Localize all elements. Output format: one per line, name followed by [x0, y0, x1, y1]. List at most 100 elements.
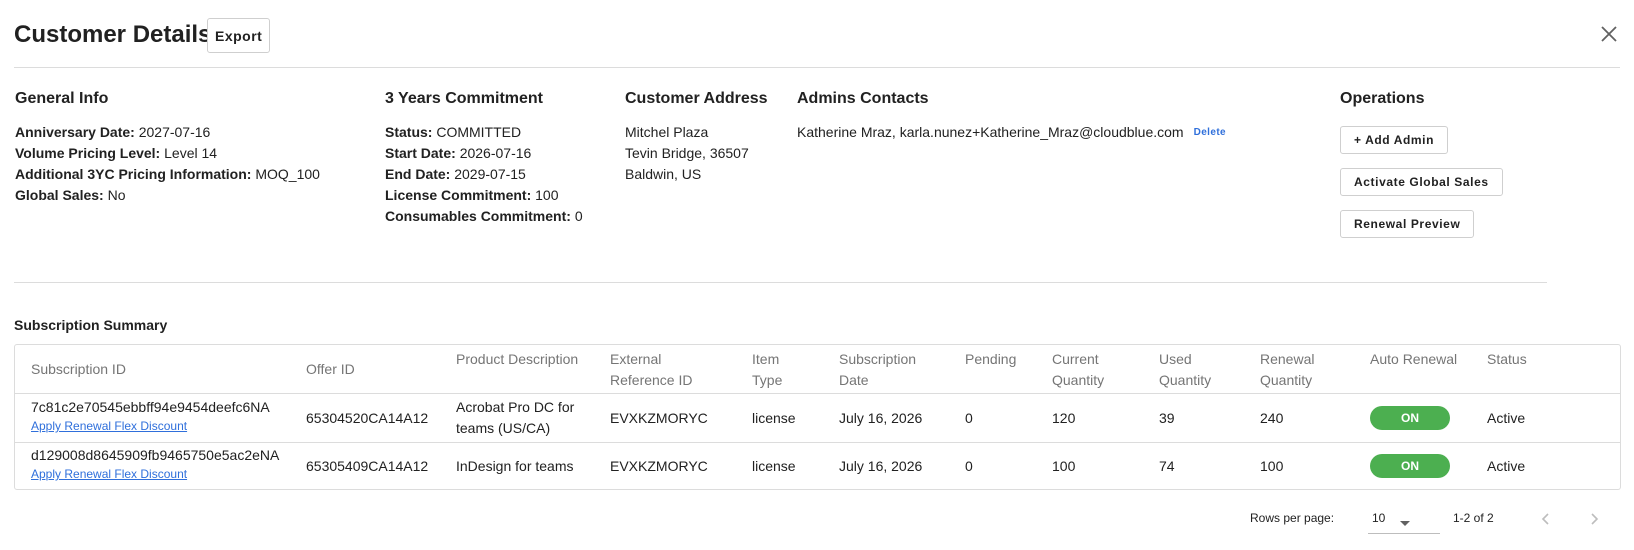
renewal-preview-button[interactable]: Renewal Preview [1340, 210, 1475, 238]
cell-subscription-date: July 16, 2026 [839, 410, 923, 426]
additional-3yc-label: Additional 3YC Pricing Information: [15, 166, 252, 182]
commitment-end-date: End Date: 2029-07-15 [385, 164, 583, 185]
export-button[interactable]: Export [207, 18, 271, 53]
admins-contacts-title: Admins Contacts [797, 90, 929, 107]
col-header-product-description[interactable]: Product Description [456, 349, 578, 370]
col-header-external-reference-id[interactable]: External Reference ID [610, 349, 692, 391]
end-date-value: 2029-07-15 [454, 166, 526, 182]
cell-item-type: license [752, 410, 796, 426]
cell-status: Active [1487, 458, 1526, 474]
modal-header: Customer Details Export [14, 18, 1620, 68]
status-value: COMMITTED [436, 124, 522, 140]
subscription-summary-title: Subscription Summary [14, 317, 168, 333]
col-header-item-type[interactable]: Item Type [752, 349, 782, 391]
cell-status: Active [1487, 410, 1526, 426]
cell-offer-id: 65305409CA14A12 [306, 458, 429, 474]
col-header-status[interactable]: Status [1487, 349, 1527, 370]
chevron-down-icon [1400, 514, 1410, 530]
row-divider [15, 442, 1620, 443]
cell-renewal-quantity: 240 [1260, 410, 1284, 426]
cell-product-description: Acrobat Pro DC for teams (US/CA) [456, 399, 575, 436]
col-header-renewal-quantity[interactable]: Renewal Quantity [1260, 349, 1314, 391]
admin-contact-row: Katherine Mraz, karla.nunez+Katherine_Mr… [797, 122, 1226, 143]
col-header-pending[interactable]: Pending [965, 349, 1016, 370]
address-line-1: Mitchel Plaza [625, 124, 709, 140]
consumables-commitment-label: Consumables Commitment: [385, 208, 571, 224]
license-commitment-value: 100 [535, 187, 559, 203]
anniversary-date-label: Anniversary Date: [15, 124, 135, 140]
consumables-commitment: Consumables Commitment: 0 [385, 206, 583, 227]
end-date-label: End Date: [385, 166, 451, 182]
rows-per-page-select[interactable]: 10 [1368, 504, 1440, 534]
cell-current-quantity: 120 [1052, 410, 1076, 426]
col-header-external-line1: External [610, 351, 662, 367]
cell-used-quantity: 39 [1159, 410, 1175, 426]
close-icon[interactable] [1598, 23, 1620, 45]
section-divider [14, 282, 1547, 283]
cell-pending: 0 [965, 458, 973, 474]
operations-section: Operations + Add Admin Activate Global S… [1340, 90, 1503, 252]
rows-per-page-value: 10 [1372, 511, 1386, 525]
col-header-used-line2: Quantity [1159, 372, 1212, 388]
general-info-section: General Info Anniversary Date: 2027-07-1… [15, 90, 320, 206]
col-header-renewal-line2: Quantity [1260, 372, 1313, 388]
commitment-title: 3 Years Commitment [385, 90, 543, 107]
customer-address-section: Customer Address Mitchel Plaza Tevin Bri… [625, 90, 768, 185]
col-header-item-type-line1: Item [752, 351, 780, 367]
cell-current-quantity: 100 [1052, 458, 1076, 474]
col-header-item-type-line2: Type [752, 372, 783, 388]
col-header-sub-date-line1: Subscription [839, 351, 917, 367]
auto-renewal-toggle[interactable]: ON [1370, 406, 1450, 430]
col-header-subscription-id[interactable]: Subscription ID [31, 359, 126, 380]
volume-pricing-label: Volume Pricing Level: [15, 145, 161, 161]
col-header-subscription-date[interactable]: Subscription Date [839, 349, 916, 391]
col-header-current-quantity[interactable]: Current Quantity [1052, 349, 1104, 391]
cell-offer-id: 65304520CA14A12 [306, 410, 429, 426]
global-sales-value: No [107, 187, 126, 203]
start-date-label: Start Date: [385, 145, 456, 161]
col-header-auto-renewal[interactable]: Auto Renewal [1370, 349, 1457, 370]
start-date-value: 2026-07-16 [459, 145, 532, 161]
col-header-sub-date-line2: Date [839, 372, 869, 388]
activate-global-sales-button[interactable]: Activate Global Sales [1340, 168, 1503, 196]
global-sales: Global Sales: No [15, 185, 320, 206]
rows-per-page-label: Rows per page: [1250, 511, 1335, 525]
additional-3yc-info: Additional 3YC Pricing Information: MOQ_… [15, 164, 320, 185]
anniversary-date-value: 2027-07-16 [138, 124, 211, 140]
cell-item-type: license [752, 458, 796, 474]
apply-flex-discount-link[interactable]: Apply Renewal Flex Discount [31, 419, 187, 433]
status-label: Status: [385, 124, 433, 140]
cell-external-reference: EVXKZMORYC [610, 410, 708, 426]
col-header-used-quantity[interactable]: Used Quantity [1159, 349, 1211, 391]
previous-page-icon[interactable] [1535, 509, 1555, 529]
volume-pricing-value: Level 14 [164, 145, 218, 161]
license-commitment-label: License Commitment: [385, 187, 532, 203]
global-sales-label: Global Sales: [15, 187, 104, 203]
commitment-start-date: Start Date: 2026-07-16 [385, 143, 583, 164]
add-admin-button[interactable]: + Add Admin [1340, 126, 1449, 154]
customer-address-title: Customer Address [625, 90, 768, 107]
license-commitment: License Commitment: 100 [385, 185, 583, 206]
col-header-offer-id[interactable]: Offer ID [306, 359, 355, 380]
apply-flex-discount-link[interactable]: Apply Renewal Flex Discount [31, 467, 187, 481]
cell-subscription-id: d129008d8645909fb9465750e5ac2eNA [31, 447, 280, 463]
auto-renewal-toggle[interactable]: ON [1370, 454, 1450, 478]
admin-contact: Katherine Mraz, karla.nunez+Katherine_Mr… [797, 124, 1184, 140]
header-divider [15, 393, 1620, 394]
cell-external-reference: EVXKZMORYC [610, 458, 708, 474]
col-header-used-line1: Used [1159, 351, 1192, 367]
pagination-range: 1-2 of 2 [1453, 511, 1494, 525]
next-page-icon[interactable] [1585, 509, 1605, 529]
address-line-3: Baldwin, US [625, 166, 702, 182]
col-header-external-line2: Reference ID [610, 372, 693, 388]
cell-used-quantity: 74 [1159, 458, 1175, 474]
cell-product-description: InDesign for teams [456, 458, 574, 474]
cell-subscription-date: July 16, 2026 [839, 458, 923, 474]
col-header-current-line1: Current [1052, 351, 1099, 367]
delete-admin-link[interactable]: Delete [1194, 122, 1226, 143]
cell-renewal-quantity: 100 [1260, 458, 1284, 474]
general-info-title: General Info [15, 90, 109, 107]
admins-contacts-section: Admins Contacts Katherine Mraz, karla.nu… [797, 90, 1226, 143]
page-title: Customer Details [14, 21, 212, 48]
anniversary-date: Anniversary Date: 2027-07-16 [15, 122, 320, 143]
